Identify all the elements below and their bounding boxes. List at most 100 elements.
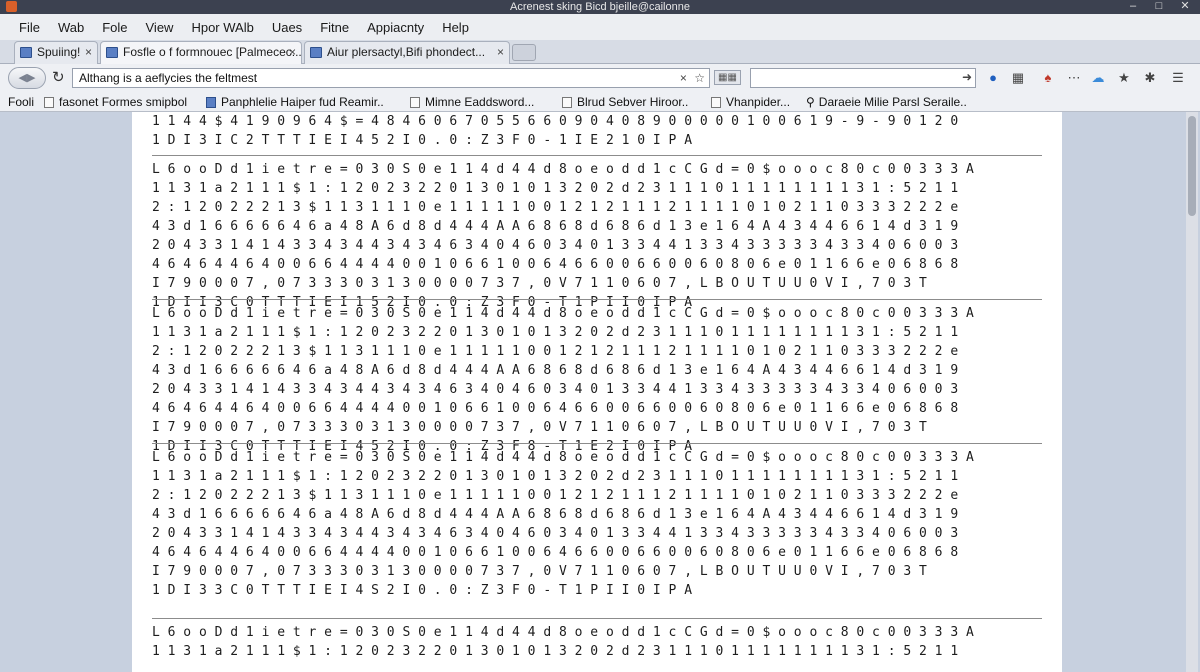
scrollbar-thumb[interactable]	[1188, 116, 1196, 216]
glyph-row: L 6 o o D d 1 i e t r e = 0 3 0 S 0 e 1 …	[152, 162, 974, 177]
text-block-top: 1 1 4 4 $ 4 1 9 0 9 6 4 $ = 4 8 4 6 0 6 …	[152, 114, 1042, 152]
glyph-row: 4 6 4 6 4 4 6 4 0 0 6 6 4 4 4 4 0 0 1 0 …	[152, 545, 959, 560]
document-page[interactable]: 1 1 4 4 $ 4 1 9 0 9 6 4 $ = 4 8 4 6 0 6 …	[132, 112, 1062, 672]
sync-icon[interactable]: ☁	[1090, 70, 1106, 86]
glyph-row: 1 1 4 4 $ 4 1 9 0 9 6 4 $ = 4 8 4 6 0 6 …	[152, 114, 959, 129]
glyph-row: 4 6 4 6 4 4 6 4 0 0 6 6 4 4 4 4 0 0 1 0 …	[152, 401, 959, 416]
digits-row: I 7 9 0 0 0 7 , 0 7 3 3 3 0 3 1 3 0 0 0 …	[152, 420, 927, 435]
text-block-4: L 6 o o D d 1 i e t r e = 0 3 0 S 0 e 1 …	[152, 625, 1042, 663]
bookmark-blrud[interactable]: Blrud Sebver Hiroor..	[562, 95, 688, 109]
page-icon	[44, 97, 54, 108]
menu-help[interactable]: Help	[433, 20, 478, 35]
menu-fole[interactable]: Fole	[93, 20, 136, 35]
pin-icon: ⚲	[806, 95, 815, 109]
glyph-row: 2 0 4 3 3 1 4 1 4 3 3 4 3 4 4 3 4 3 4 6 …	[152, 526, 959, 541]
glyph-row: 2 : 1 2 0 2 2 2 1 3 $ 1 1 3 1 1 1 0 e 1 …	[152, 488, 959, 503]
vertical-scrollbar[interactable]	[1186, 112, 1198, 672]
tab-strip: Spuiing! × Fosfle o f formnouec [Palmece…	[0, 40, 1200, 64]
tab-label: Aiur plersactyl,Bifi phondect...	[327, 45, 486, 59]
tab-spuiing[interactable]: Spuiing! ×	[14, 41, 98, 64]
bookmark-mimne[interactable]: Mimne Eaddsword...	[410, 95, 534, 109]
hamburger-menu-icon[interactable]: ☰	[1170, 70, 1186, 86]
bookmarks-toolbar: Fooli fasonet Formes smipbol Panphlelie …	[0, 92, 1200, 112]
digits-row: I 7 9 0 0 0 7 , 0 7 3 3 3 0 3 1 3 0 0 0 …	[152, 276, 927, 291]
row-divider	[152, 299, 1042, 300]
row-divider	[152, 618, 1042, 619]
clear-url-icon[interactable]: ×	[680, 71, 687, 85]
page-icon	[562, 97, 572, 108]
reader-mode-icon[interactable]: ▦▦	[714, 70, 741, 85]
glyph-row: 1 1 3 1 a 2 1 1 1 $ 1 : 1 2 0 2 3 2 2 0 …	[152, 469, 959, 484]
bookmark-fasonet[interactable]: fasonet Formes smipbol	[44, 95, 187, 109]
glyph-row: L 6 o o D d 1 i e t r e = 0 3 0 S 0 e 1 …	[152, 450, 974, 465]
minimize-icon[interactable]: –	[1124, 0, 1142, 14]
star-icon[interactable]: ☆	[694, 71, 705, 85]
close-tab-icon[interactable]: ×	[497, 42, 504, 63]
tab-label: Spuiing!	[37, 45, 81, 59]
close-tab-icon[interactable]: ×	[85, 42, 92, 63]
page-icon	[106, 47, 118, 58]
bookmark-panphlelie[interactable]: Panphlelie Haiper fud Reamir..	[206, 95, 384, 109]
menu-bar: File Wab Fole View Hpor WAlb Uaes Fitne …	[0, 14, 1200, 40]
url-actions: × ☆	[676, 69, 705, 87]
row-divider	[152, 155, 1042, 156]
glyph-row: L 6 o o D d 1 i e t r e = 0 3 0 S 0 e 1 …	[152, 306, 974, 321]
menu-uaes[interactable]: Uaes	[263, 20, 311, 35]
search-input[interactable]: ➜	[750, 68, 976, 88]
text-block-2: L 6 o o D d 1 i e t r e = 0 3 0 S 0 e 1 …	[152, 306, 1042, 458]
overflow-dots-icon[interactable]: ⋯	[1066, 70, 1082, 86]
glyph-row: 1 1 3 1 a 2 1 1 1 $ 1 : 1 2 0 2 3 2 2 0 …	[152, 325, 959, 340]
close-tab-icon[interactable]: ×	[289, 42, 296, 63]
content-area: 1 1 4 4 $ 4 1 9 0 9 6 4 $ = 4 8 4 6 0 6 …	[0, 112, 1200, 672]
back-forward-button[interactable]: ◀▶	[8, 67, 46, 89]
glyph-row: 4 6 4 6 4 4 6 4 0 0 6 6 4 4 4 4 0 0 1 0 …	[152, 257, 959, 272]
menu-fitne[interactable]: Fitne	[311, 20, 358, 35]
search-go-icon[interactable]: ➜	[962, 70, 972, 84]
reload-icon[interactable]: ↻	[52, 68, 65, 86]
window-title-bar: Acrenest sking Bicd bjeille@cailonne – □…	[0, 0, 1200, 14]
label-row: 1 D I 3 3 C 0 T T T I E I 4 S 2 I 0 . 0 …	[152, 583, 693, 598]
glyph-row: 4 3 d 1 6 6 6 6 6 4 6 a 4 8 A 6 d 8 d 4 …	[152, 219, 959, 234]
close-window-icon[interactable]: ✕	[1176, 0, 1194, 14]
navigation-bar: ◀▶ ↻ Althang is a aeflycies the feltmest…	[0, 64, 1200, 92]
bookmark-fooli[interactable]: Fooli	[8, 95, 34, 109]
url-text: Althang is a aeflycies the feltmest	[79, 71, 258, 85]
bookmark-star-icon[interactable]: ★	[1116, 70, 1132, 86]
new-tab-button[interactable]	[512, 44, 536, 61]
addon-icon[interactable]: ♠	[1040, 70, 1056, 86]
menu-file[interactable]: File	[10, 20, 49, 35]
tab-aiur[interactable]: Aiur plersactyl,Bifi phondect... ×	[304, 41, 510, 64]
tab-fosfle[interactable]: Fosfle o f formnouec [Palmecec... ×	[100, 41, 302, 64]
glyph-row: 2 : 1 2 0 2 2 2 1 3 $ 1 1 3 1 1 1 0 e 1 …	[152, 200, 959, 215]
label-row: 1 D I 3 I C 2 T T T I E I 4 5 2 I 0 . 0 …	[152, 133, 693, 148]
glyph-row: 2 0 4 3 3 1 4 1 4 3 3 4 3 4 4 3 4 3 4 6 …	[152, 382, 959, 397]
glyph-row: 4 3 d 1 6 6 6 6 6 4 6 a 4 8 A 6 d 8 d 4 …	[152, 363, 959, 378]
glyph-row: 1 1 3 1 a 2 1 1 1 $ 1 : 1 2 0 2 3 2 2 0 …	[152, 644, 959, 659]
glyph-row: 2 : 1 2 0 2 2 2 1 3 $ 1 1 3 1 1 1 0 e 1 …	[152, 344, 959, 359]
window-title: Acrenest sking Bicd bjeille@cailonne	[510, 1, 690, 13]
tab-label: Fosfle o f formnouec [Palmecec...	[123, 45, 302, 59]
page-icon	[20, 47, 32, 58]
page-icon	[310, 47, 322, 58]
text-block-3: L 6 o o D d 1 i e t r e = 0 3 0 S 0 e 1 …	[152, 450, 1042, 602]
glyph-row: 1 1 3 1 a 2 1 1 1 $ 1 : 1 2 0 2 3 2 2 0 …	[152, 181, 959, 196]
extension-icon[interactable]: ✱	[1142, 70, 1158, 86]
maximize-icon[interactable]: □	[1150, 0, 1168, 14]
glyph-row: 4 3 d 1 6 6 6 6 6 4 6 a 4 8 A 6 d 8 d 4 …	[152, 507, 959, 522]
info-icon[interactable]: ●	[985, 70, 1001, 86]
page-icon	[206, 97, 216, 108]
app-icon	[6, 1, 17, 12]
glyph-row: L 6 o o D d 1 i e t r e = 0 3 0 S 0 e 1 …	[152, 625, 974, 640]
bookmark-daraeie[interactable]: ⚲ Daraeie Milie Parsl Seraile..	[806, 95, 967, 109]
page-icon	[410, 97, 420, 108]
text-block-1: L 6 o o D d 1 i e t r e = 0 3 0 S 0 e 1 …	[152, 162, 1042, 314]
digits-row: I 7 9 0 0 0 7 , 0 7 3 3 3 0 3 1 3 0 0 0 …	[152, 564, 927, 579]
glyph-row: 2 0 4 3 3 1 4 1 4 3 3 4 3 4 4 3 4 3 4 6 …	[152, 238, 959, 253]
menu-view[interactable]: View	[137, 20, 183, 35]
bookmark-vhanpider[interactable]: Vhanpider...	[711, 95, 790, 109]
menu-appiacnty[interactable]: Appiacnty	[358, 20, 433, 35]
downloads-icon[interactable]: ▦	[1010, 70, 1026, 86]
menu-hpor-walb[interactable]: Hpor WAlb	[182, 20, 262, 35]
url-bar[interactable]: Althang is a aeflycies the feltmest × ☆	[72, 68, 710, 88]
menu-wab[interactable]: Wab	[49, 20, 93, 35]
